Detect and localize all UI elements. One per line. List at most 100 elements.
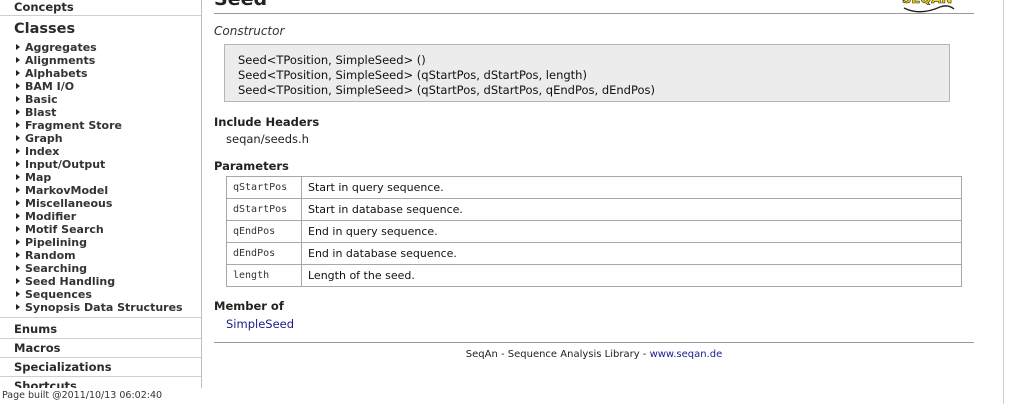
nav-classes-heading[interactable]: Classes — [0, 21, 201, 37]
param-description: End in query sequence. — [301, 220, 962, 243]
param-name: dStartPos — [226, 198, 302, 221]
nav-macros[interactable]: Macros — [0, 341, 201, 355]
sidebar-item-alignments[interactable]: Alignments — [16, 54, 183, 67]
sidebar-item-label: Alignments — [25, 54, 96, 67]
param-name: qEndPos — [226, 220, 302, 243]
sidebar-item-label: Blast — [25, 106, 57, 119]
class-list: Aggregates Alignments Alphabets BAM I/O Basi… — [16, 41, 183, 314]
parameters-heading: Parameters — [214, 159, 289, 173]
expand-triangle-icon — [16, 96, 20, 102]
nav-divider — [0, 338, 201, 339]
expand-triangle-icon — [16, 109, 20, 115]
sidebar-item-label: Alphabets — [25, 67, 88, 80]
sidebar-item-modifier[interactable]: Modifier — [16, 210, 183, 223]
sidebar-nav: Concepts Classes Aggregates Alignments Alp… — [0, 0, 202, 388]
sidebar-item-pipelining[interactable]: Pipelining — [16, 236, 183, 249]
title-divider — [214, 13, 974, 14]
sidebar-item-label: Modifier — [25, 210, 77, 223]
footer-credits: SeqAn - Sequence Analysis Library - www.… — [214, 349, 974, 360]
sidebar-item-label: Aggregates — [25, 41, 97, 54]
sidebar-item-aggregates[interactable]: Aggregates — [16, 41, 183, 54]
footer-text: SeqAn - Sequence Analysis Library - — [465, 349, 650, 360]
sidebar-item-label: Miscellaneous — [25, 197, 113, 210]
sidebar-item-label: Map — [25, 171, 52, 184]
include-headers-heading: Include Headers — [214, 115, 320, 129]
nav-specializations[interactable]: Specializations — [0, 360, 201, 374]
sidebar-item-label: Input/Output — [25, 158, 106, 171]
signature-line: Seed<TPosition, SimpleSeed> (qStartPos, … — [238, 68, 587, 82]
expand-triangle-icon — [16, 161, 20, 167]
sidebar-item-map[interactable]: Map — [16, 171, 183, 184]
seqan-logo-icon: SEQAN — [902, 0, 955, 13]
sidebar-item-label: Motif Search — [25, 223, 104, 236]
nav-concepts[interactable]: Concepts — [0, 0, 201, 14]
expand-triangle-icon — [16, 44, 20, 50]
sidebar-item-label: Sequences — [25, 288, 92, 301]
sidebar-item-random[interactable]: Random — [16, 249, 183, 262]
footer-website-link[interactable]: www.seqan.de — [650, 349, 723, 360]
nav-divider — [0, 357, 201, 358]
param-description: Start in query sequence. — [301, 176, 962, 199]
table-row: qStartPos Start in query sequence. — [226, 176, 962, 199]
sidebar-item-fragment-store[interactable]: Fragment Store — [16, 119, 183, 132]
member-of-heading: Member of — [214, 299, 284, 313]
sidebar-item-motif-search[interactable]: Motif Search — [16, 223, 183, 236]
nav-divider — [0, 376, 201, 377]
expand-triangle-icon — [16, 304, 20, 310]
sidebar-item-miscellaneous[interactable]: Miscellaneous — [16, 197, 183, 210]
sidebar-item-label: BAM I/O — [25, 80, 75, 93]
sidebar-item-graph[interactable]: Graph — [16, 132, 183, 145]
sidebar-item-markovmodel[interactable]: MarkovModel — [16, 184, 183, 197]
expand-triangle-icon — [16, 239, 20, 245]
expand-triangle-icon — [16, 70, 20, 76]
expand-triangle-icon — [16, 83, 20, 89]
member-of-link[interactable]: SimpleSeed — [226, 317, 294, 331]
expand-triangle-icon — [16, 57, 20, 63]
expand-triangle-icon — [16, 265, 20, 271]
nav-shortcuts[interactable]: Shortcuts — [0, 379, 201, 388]
expand-triangle-icon — [16, 200, 20, 206]
sidebar-item-label: Fragment Store — [25, 119, 122, 132]
expand-triangle-icon — [16, 187, 20, 193]
sidebar-item-seed-handling[interactable]: Seed Handling — [16, 275, 183, 288]
table-row: dStartPos Start in database sequence. — [226, 198, 962, 221]
sidebar-item-index[interactable]: Index — [16, 145, 183, 158]
sidebar-item-basic[interactable]: Basic — [16, 93, 183, 106]
sidebar-item-label: Seed Handling — [25, 275, 116, 288]
nav-divider — [0, 15, 201, 16]
param-description: End in database sequence. — [301, 242, 962, 265]
expand-triangle-icon — [16, 252, 20, 258]
expand-triangle-icon — [16, 213, 20, 219]
sidebar-item-label: Searching — [25, 262, 88, 275]
expand-triangle-icon — [16, 226, 20, 232]
nav-enums[interactable]: Enums — [0, 322, 201, 336]
table-row: length Length of the seed. — [226, 264, 962, 287]
sidebar-item-label: MarkovModel — [25, 184, 109, 197]
sidebar-item-bam-i-o[interactable]: BAM I/O — [16, 80, 183, 93]
param-name: dEndPos — [226, 242, 302, 265]
sidebar-item-label: Pipelining — [25, 236, 88, 249]
table-row: dEndPos End in database sequence. — [226, 242, 962, 265]
expand-triangle-icon — [16, 135, 20, 141]
signature-line: Seed<TPosition, SimpleSeed> (qStartPos, … — [238, 83, 656, 97]
signature-line: Seed<TPosition, SimpleSeed> () — [238, 53, 426, 67]
sidebar-item-label: Synopsis Data Structures — [25, 301, 183, 314]
sidebar-item-input-output[interactable]: Input/Output — [16, 158, 183, 171]
param-name: length — [226, 264, 302, 287]
sidebar-item-alphabets[interactable]: Alphabets — [16, 67, 183, 80]
include-header-file: seqan/seeds.h — [226, 132, 309, 146]
nav-divider — [0, 317, 201, 318]
sidebar-item-synopsis-data-structures[interactable]: Synopsis Data Structures — [16, 301, 183, 314]
page-title: Seed — [214, 0, 267, 10]
window-edge — [1003, 0, 1004, 404]
param-name: qStartPos — [226, 176, 302, 199]
param-description: Length of the seed. — [301, 264, 962, 287]
table-row: qEndPos End in query sequence. — [226, 220, 962, 243]
sidebar-item-label: Graph — [25, 132, 63, 145]
sidebar-item-searching[interactable]: Searching — [16, 262, 183, 275]
sidebar-item-sequences[interactable]: Sequences — [16, 288, 183, 301]
param-description: Start in database sequence. — [301, 198, 962, 221]
sidebar-item-blast[interactable]: Blast — [16, 106, 183, 119]
constructor-label: Constructor — [214, 24, 285, 38]
constructor-signatures: Seed<TPosition, SimpleSeed> () Seed<TPos… — [224, 44, 950, 102]
